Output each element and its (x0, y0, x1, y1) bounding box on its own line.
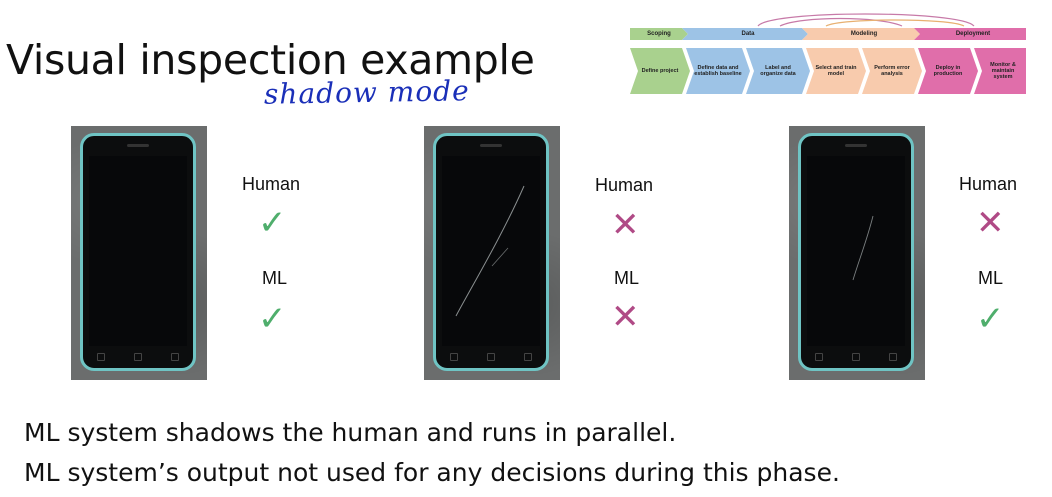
phase-scoping: Scoping (647, 31, 671, 37)
step-define-project: Define project (641, 68, 679, 74)
step-train-model: Select and train model (815, 65, 857, 77)
human-cross-icon-3: ✕ (976, 204, 1005, 242)
human-check-icon-1: ✓ (258, 204, 287, 242)
phase-data: Data (741, 31, 755, 37)
footer-line-2: ML system’s output not used for any deci… (24, 458, 840, 487)
step-monitor: Monitor & maintain system (990, 62, 1016, 80)
human-label-1: Human (242, 174, 301, 194)
feedback-arc (757, 13, 975, 27)
speaker-grill (845, 144, 867, 147)
phone-screen (442, 156, 540, 346)
human-label-2: Human (595, 175, 654, 195)
step-error-analysis: Perform error analysis (874, 65, 910, 77)
ml-lifecycle-diagram: Scoping Data Modeling Deployment Define … (630, 12, 1026, 96)
phone-screen (89, 156, 187, 346)
phone-screen (807, 156, 905, 346)
step-label-data: Label and organize data (760, 65, 796, 77)
phone-navbar (83, 352, 193, 362)
human-cross-icon-2: ✕ (611, 206, 640, 244)
footer-line-1: ML system shadows the human and runs in … (24, 418, 677, 447)
step-deploy: Deploy in production (933, 65, 963, 77)
ml-label-1: ML (262, 268, 288, 288)
phase-modeling: Modeling (850, 31, 878, 37)
speaker-grill (480, 144, 502, 147)
ml-cross-icon-2: ✕ (611, 298, 640, 336)
phase-deployment: Deployment (955, 31, 991, 37)
phone-body (798, 133, 914, 371)
scratch-mark (455, 185, 525, 317)
ml-check-icon-1: ✓ (258, 300, 287, 338)
ml-check-icon-3: ✓ (976, 300, 1005, 338)
ml-label-3: ML (978, 268, 1004, 288)
handwritten-annotation: shadow mode (263, 74, 470, 111)
phone-body (433, 133, 549, 371)
phone-body (80, 133, 196, 371)
phone-navbar (436, 352, 546, 362)
phone-navbar (801, 352, 911, 362)
phone-image-2 (424, 126, 560, 380)
human-label-3: Human (959, 174, 1018, 194)
ml-label-2: ML (614, 268, 640, 288)
phone-image-1 (71, 126, 207, 380)
speaker-grill (127, 144, 149, 147)
scratch-mark (852, 215, 874, 281)
step-define-data: Define data and establish baseline (694, 65, 742, 77)
phone-image-3 (789, 126, 925, 380)
